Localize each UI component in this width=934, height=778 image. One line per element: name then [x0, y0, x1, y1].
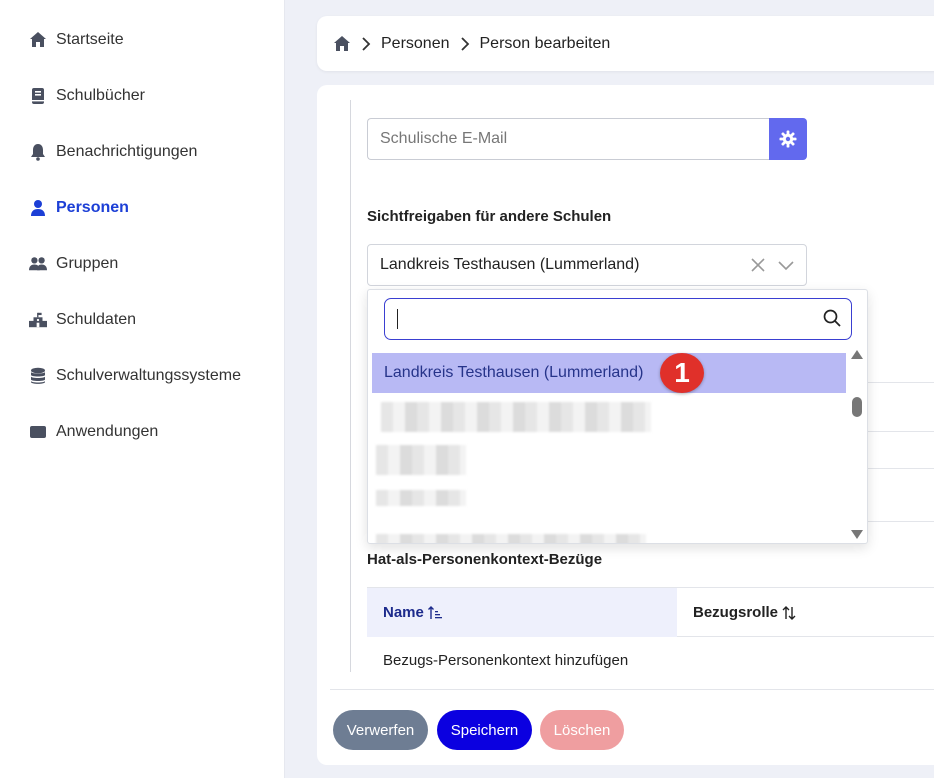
visibility-section-title: Sichtfreigaben für andere Schulen [367, 208, 612, 225]
sidebar-item-personen[interactable]: Personen [29, 196, 129, 220]
clear-icon[interactable] [750, 257, 766, 278]
breadcrumb-personen[interactable]: Personen [381, 35, 450, 53]
sidebar-item-benachrichtigungen[interactable]: Benachrichtigungen [29, 140, 197, 164]
visibility-dropdown: Landkreis Testhausen (Lummerland) [367, 289, 868, 544]
sidebar-item-label: Gruppen [56, 255, 119, 272]
sidebar-item-label: Anwendungen [56, 423, 159, 440]
relations-section-title: Hat-als-Personenkontext-Bezüge [367, 551, 603, 568]
scroll-up-arrow[interactable] [851, 350, 863, 359]
home-icon [29, 31, 47, 49]
scrollbar-thumb[interactable] [852, 397, 862, 417]
sidebar: Startseite Schulbücher Benachrichtigunge… [0, 0, 285, 778]
column-header-name[interactable]: Name [367, 588, 677, 637]
sidebar-item-label: Schulverwaltungssysteme [56, 367, 241, 384]
gear-icon [779, 130, 797, 148]
chevron-right-icon [460, 36, 470, 51]
sidebar-item-startseite[interactable]: Startseite [29, 28, 124, 52]
dropdown-option[interactable]: Landkreis Testhausen (Lummerland) [372, 353, 846, 393]
breadcrumb-current: Person bearbeiten [479, 34, 611, 52]
sidebar-item-schulverwaltungssysteme[interactable]: Schulverwaltungssysteme [29, 364, 241, 388]
home-icon[interactable] [333, 35, 351, 53]
database-icon [29, 367, 47, 385]
scroll-down-arrow[interactable] [851, 530, 863, 539]
search-icon [823, 309, 841, 332]
visibility-select[interactable]: Landkreis Testhausen (Lummerland) [367, 244, 807, 286]
divider [350, 100, 351, 672]
sidebar-item-label: Benachrichtigungen [56, 143, 198, 160]
add-relation-link[interactable]: Bezugs-Personenkontext hinzufügen [383, 652, 628, 669]
column-header-label: Name [383, 604, 424, 621]
redacted-option[interactable] [376, 445, 466, 475]
email-field[interactable] [367, 118, 770, 160]
option-label: Landkreis Testhausen (Lummerland) [384, 364, 644, 381]
users-icon [29, 255, 47, 273]
redacted-option[interactable] [381, 402, 651, 432]
step-badge: 1 [660, 353, 704, 393]
sidebar-item-anwendungen[interactable]: Anwendungen [29, 420, 158, 444]
discard-button[interactable]: Verwerfen [333, 710, 428, 750]
redacted-option[interactable] [376, 490, 466, 506]
user-icon [29, 199, 47, 217]
book-icon [29, 87, 47, 105]
sort-ascending-icon [427, 605, 442, 620]
sidebar-item-label: Personen [56, 199, 129, 216]
chevron-down-icon[interactable] [778, 258, 794, 277]
text-caret [397, 309, 398, 329]
divider [330, 689, 934, 690]
sidebar-item-gruppen[interactable]: Gruppen [29, 252, 118, 276]
table-header: Name Bezugsrolle [367, 587, 934, 637]
school-icon [29, 311, 47, 329]
column-header-role[interactable]: Bezugsrolle [677, 588, 796, 637]
window-icon [29, 423, 47, 441]
delete-button[interactable]: Löschen [540, 710, 624, 750]
breadcrumb: Personen Person bearbeiten [317, 16, 934, 71]
sidebar-item-label: Schulbücher [56, 87, 145, 104]
select-value: Landkreis Testhausen (Lummerland) [380, 256, 640, 273]
chevron-right-icon [361, 36, 371, 51]
sort-icon [782, 605, 796, 620]
sidebar-item-label: Startseite [56, 31, 124, 48]
dropdown-search-input[interactable] [384, 298, 852, 340]
column-header-label: Bezugsrolle [693, 604, 779, 621]
save-button[interactable]: Speichern [437, 710, 532, 750]
email-settings-button[interactable] [769, 118, 807, 160]
bell-icon [29, 143, 47, 161]
sidebar-item-schuldaten[interactable]: Schuldaten [29, 308, 136, 332]
sidebar-item-label: Schuldaten [56, 311, 137, 328]
sidebar-item-schulbuecher[interactable]: Schulbücher [29, 84, 145, 108]
redacted-option[interactable] [376, 534, 646, 543]
